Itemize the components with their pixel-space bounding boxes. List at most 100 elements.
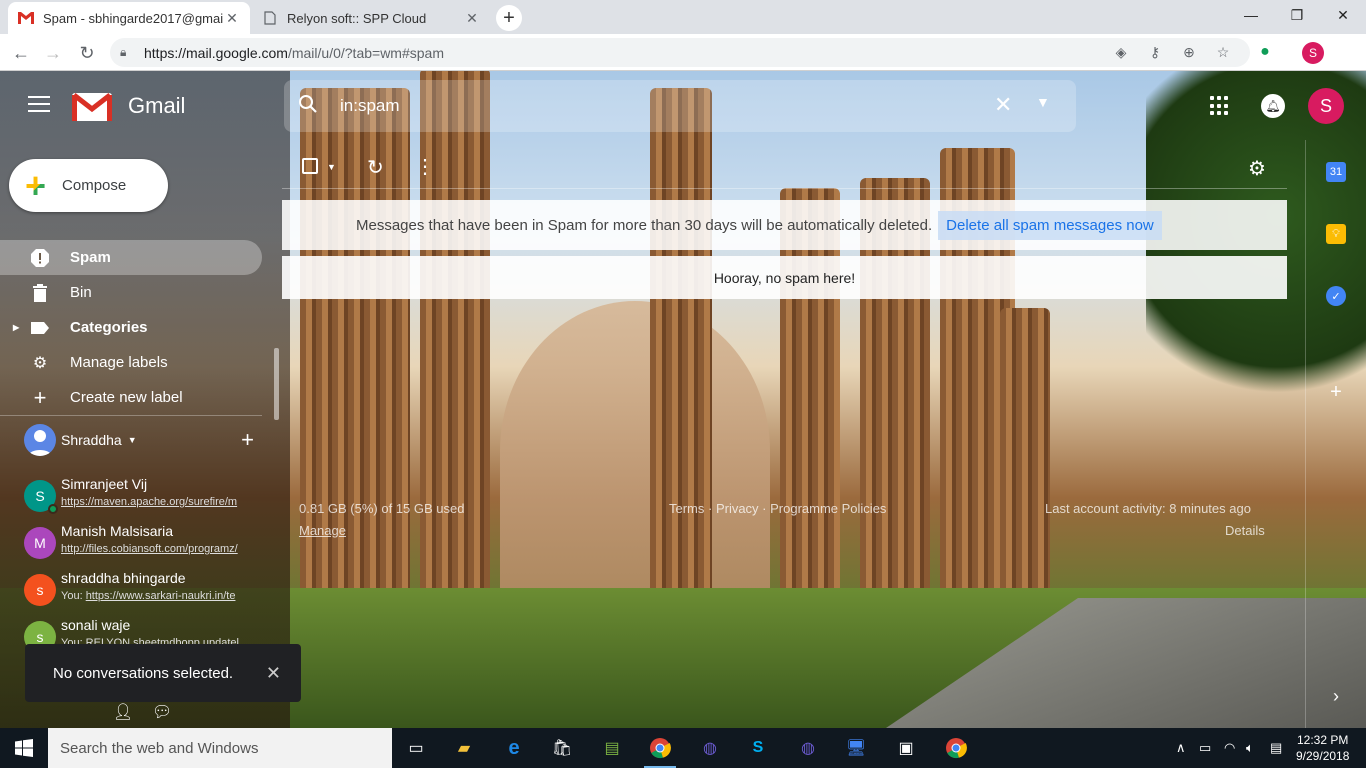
system-clock[interactable]: 12:32 PM 9/29/2018 <box>1296 732 1349 764</box>
footer-links[interactable]: Terms · Privacy · Programme Policies <box>669 501 886 516</box>
zoom-icon[interactable]: ⊕ <box>1179 42 1199 62</box>
command-prompt-icon[interactable]: ▣ <box>890 732 922 764</box>
tab-close-icon[interactable]: ✕ <box>464 10 480 26</box>
sidebar-item-spam[interactable]: Spam <box>0 240 262 275</box>
bookmark-star-icon[interactable]: ☆ <box>1213 42 1233 62</box>
edge-icon[interactable]: e <box>498 732 530 764</box>
google-apps-icon[interactable] <box>1210 96 1230 116</box>
expand-panel-icon[interactable]: › <box>1326 686 1346 706</box>
taskbar-search-input[interactable]: Search the web and Windows <box>48 728 392 768</box>
tab-relyon[interactable]: Relyon soft:: SPP Cloud ✕ <box>252 2 490 34</box>
eclipse-icon[interactable]: ◍ <box>792 732 824 764</box>
contacts-icon[interactable]: 👤︎ <box>113 702 133 722</box>
address-bar[interactable]: 🔒︎ https://mail.google.com/mail/u/0/?tab… <box>110 38 1250 67</box>
empty-list-message: Hooray, no spam here! <box>282 256 1287 299</box>
compose-button[interactable]: + Compose <box>9 159 168 212</box>
calendar-icon[interactable]: 31 <box>1326 162 1346 182</box>
contact-last-message[interactable]: You: https://www.sarkari-naukri.in/te <box>61 590 256 602</box>
windows-start-icon[interactable] <box>0 728 48 768</box>
user-avatar[interactable] <box>24 424 56 456</box>
windows-taskbar: Search the web and Windows ▭ ▰ e 🛍︎ ▤ ◍ … <box>0 728 1366 768</box>
tray-chevron-icon[interactable]: ∧ <box>1176 740 1186 756</box>
maximize-icon[interactable]: ❐ <box>1274 0 1320 30</box>
sidebar-scrollbar[interactable] <box>274 348 279 420</box>
reload-icon[interactable]: ↻ <box>74 40 100 66</box>
close-window-icon[interactable]: ✕ <box>1320 0 1366 30</box>
sidebar-item-manage-labels[interactable]: ⚙ Manage labels <box>0 345 262 380</box>
settings-gear-icon[interactable]: ⚙ <box>1248 156 1266 181</box>
tab-gmail-spam[interactable]: Spam - sbhingarde2017@gmail.c ✕ <box>8 2 250 34</box>
chrome-icon[interactable] <box>644 732 676 768</box>
minimize-icon[interactable]: — <box>1228 0 1274 30</box>
tasks-icon[interactable]: ✓ <box>1326 286 1346 306</box>
key-icon[interactable]: ⚷ <box>1145 42 1165 62</box>
wifi-icon[interactable]: ◠ <box>1224 740 1235 756</box>
store-icon[interactable]: 🛍︎ <box>546 732 578 764</box>
back-icon[interactable]: ← <box>8 40 34 66</box>
hangouts-header[interactable]: Shraddha ▼ + <box>24 424 260 456</box>
select-caret-icon[interactable]: ▼ <box>327 162 336 172</box>
notifications-icon[interactable]: 🔔︎ <box>1261 94 1285 118</box>
app-title: Gmail <box>128 93 186 118</box>
side-panel: 31 💡︎ ✓ + › <box>1305 140 1366 728</box>
search-icon[interactable] <box>298 94 322 118</box>
hangouts-contact[interactable]: M Manish Malsisaria http://files.cobians… <box>24 523 260 567</box>
divider <box>0 415 262 416</box>
message-link[interactable]: https://www.sarkari-naukri.in/te <box>86 590 236 602</box>
forward-icon[interactable]: → <box>40 40 66 66</box>
volume-icon[interactable]: 🔈︎ <box>1246 740 1254 756</box>
action-center-icon[interactable]: ▤ <box>1270 740 1282 756</box>
contact-last-message[interactable]: https://maven.apache.org/surefire/m <box>61 496 256 508</box>
snackbar-close-icon[interactable]: ✕ <box>266 663 281 684</box>
spam-info-banner: Messages that have been in Spam for more… <box>282 200 1287 250</box>
delete-all-spam-link[interactable]: Delete all spam messages now <box>938 210 1162 240</box>
main-menu-icon[interactable] <box>28 96 50 114</box>
file-explorer-icon[interactable]: ▰ <box>448 732 480 764</box>
expand-caret-icon[interactable]: ▶ <box>13 323 19 332</box>
extension-green-icon[interactable]: ● <box>1255 42 1275 62</box>
status-caret-icon[interactable]: ▼ <box>128 435 137 445</box>
refresh-icon[interactable]: ↻ <box>367 155 384 180</box>
hangouts-contact[interactable]: S Simranjeet Vij https://maven.apache.or… <box>24 476 260 520</box>
contact-name: sonali waje <box>61 617 131 633</box>
lock-icon: 🔒︎ <box>120 45 127 59</box>
label-icon <box>28 321 52 334</box>
tab-title: Relyon soft:: SPP Cloud <box>287 10 427 26</box>
extension-icon[interactable]: ◈ <box>1111 42 1131 62</box>
search-bar[interactable]: in:spam ✕ ▼ <box>284 80 1076 132</box>
skype-icon[interactable]: S <box>742 732 774 764</box>
tab-close-icon[interactable]: ✕ <box>224 10 240 26</box>
search-options-icon[interactable]: ▼ <box>1036 94 1050 110</box>
chrome-icon[interactable] <box>940 732 972 764</box>
contact-avatar: M <box>24 527 56 559</box>
hangouts-contact[interactable]: s shraddha bhingarde You: https://www.sa… <box>24 570 260 614</box>
account-avatar[interactable]: S <box>1308 88 1344 124</box>
clear-search-icon[interactable]: ✕ <box>994 92 1012 118</box>
network-app-icon[interactable]: 🖥︎ <box>840 732 872 764</box>
battery-icon[interactable]: ▭ <box>1199 740 1211 756</box>
browser-profile-avatar[interactable]: S <box>1302 42 1324 64</box>
new-tab-button[interactable]: + <box>496 5 522 31</box>
details-link[interactable]: Details <box>1225 523 1265 538</box>
sidebar-item-categories[interactable]: ▶ Categories <box>0 310 262 345</box>
sidebar-item-label: Spam <box>70 249 111 266</box>
task-view-icon[interactable]: ▭ <box>400 732 432 764</box>
contact-last-message[interactable]: http://files.cobiansoft.com/programz/ <box>61 543 256 555</box>
manage-storage-link[interactable]: Manage <box>299 523 346 538</box>
more-options-icon[interactable]: ⋮ <box>415 154 435 179</box>
search-input[interactable]: in:spam <box>340 96 400 116</box>
sidebar-item-bin[interactable]: Bin <box>0 275 262 310</box>
clock-time: 12:32 PM <box>1297 733 1349 747</box>
keep-icon[interactable]: 💡︎ <box>1326 224 1346 244</box>
spreadsheet-app-icon[interactable]: ▤ <box>596 732 628 764</box>
gmail-logo-icon[interactable] <box>72 91 112 121</box>
select-checkbox[interactable] <box>302 158 318 174</box>
eclipse-icon[interactable]: ◍ <box>694 732 726 764</box>
list-toolbar: ▼ ↻ ⋮ <box>282 148 1287 188</box>
sidebar-item-create-label[interactable]: + Create new label <box>0 380 262 415</box>
hangouts-icon[interactable]: 💬︎ <box>152 702 172 722</box>
new-conversation-icon[interactable]: + <box>241 427 254 453</box>
rotunda-shape <box>500 301 770 601</box>
sidebar-nav: Spam Bin ▶ Categories ⚙ Manage labels + … <box>0 240 262 415</box>
get-addons-icon[interactable]: + <box>1326 381 1346 403</box>
